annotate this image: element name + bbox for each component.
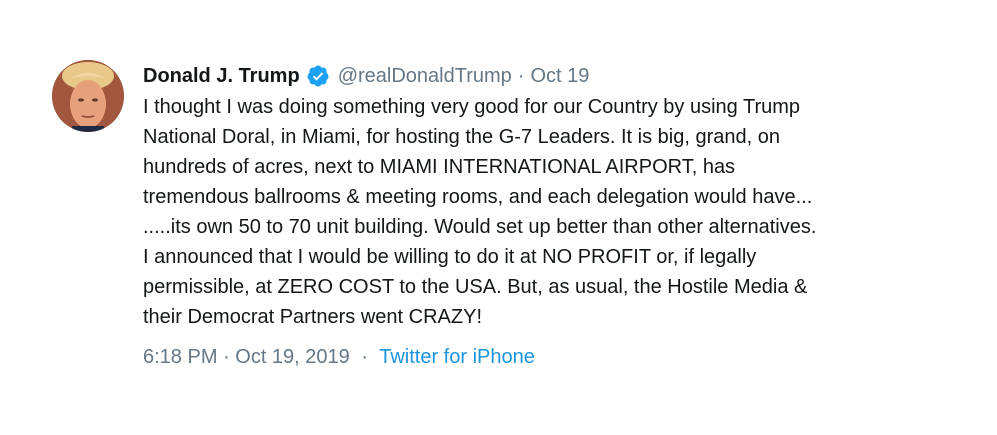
- tweet-content: Donald J. Trump @realDonaldTrump · Oct 1…: [143, 60, 943, 372]
- author-name[interactable]: Donald J. Trump: [143, 60, 300, 92]
- avatar[interactable]: [52, 60, 124, 132]
- tweet-text-line: tremendous ballrooms & meeting rooms, an…: [143, 186, 813, 208]
- footer-separator: ·: [361, 346, 369, 368]
- tweet-text: I thought I was doing something very goo…: [143, 92, 943, 332]
- author-handle[interactable]: @realDonaldTrump: [338, 60, 512, 92]
- tweet-text-line: hundreds of acres, next to MIAMI INTERNA…: [143, 156, 736, 178]
- tweet-footer: 6:18 PM · Oct 19, 2019 · Twitter for iPh…: [143, 342, 943, 372]
- tweet-text-line: I thought I was doing something very goo…: [143, 96, 801, 118]
- verified-badge-icon: [306, 64, 330, 88]
- tweet-source-link[interactable]: Twitter for iPhone: [379, 346, 535, 368]
- tweet-text-line: permissible, at ZERO COST to the USA. Bu…: [143, 276, 808, 298]
- tweet-header: Donald J. Trump @realDonaldTrump · Oct 1…: [143, 60, 943, 92]
- tweet-date[interactable]: Oct 19: [530, 60, 589, 92]
- header-separator: ·: [517, 65, 525, 87]
- tweet-timestamp[interactable]: 6:18 PM · Oct 19, 2019: [143, 346, 350, 368]
- tweet-text-line: .....its own 50 to 70 unit building. Wou…: [143, 216, 817, 238]
- tweet-text-line: I announced that I would be willing to d…: [143, 246, 757, 268]
- tweet-text-line: their Democrat Partners went CRAZY!: [143, 306, 482, 328]
- avatar-portrait: [52, 60, 124, 132]
- tweet-text-line: National Doral, in Miami, for hosting th…: [143, 126, 780, 148]
